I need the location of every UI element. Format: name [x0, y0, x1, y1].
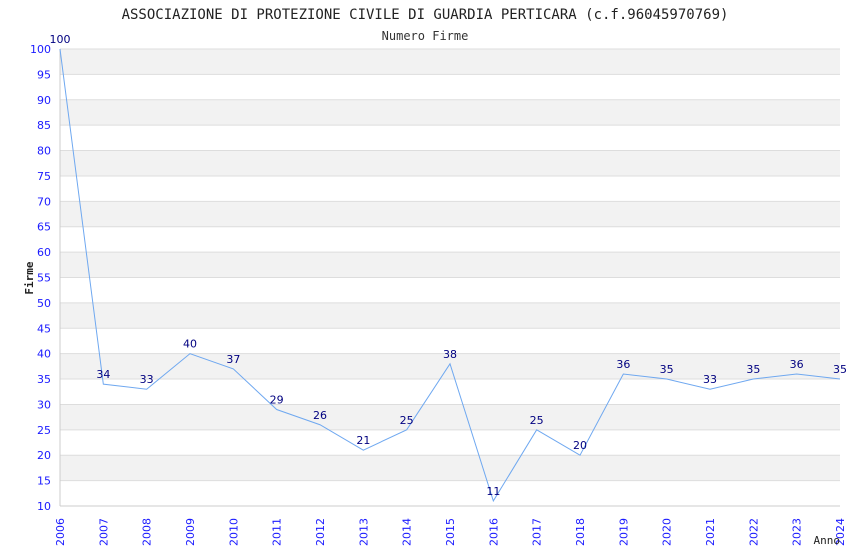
y-tick-label: 45 [37, 322, 51, 335]
data-label: 40 [183, 338, 197, 351]
data-label: 36 [616, 358, 630, 371]
y-tick-label: 15 [37, 475, 51, 488]
chart-subtitle: Numero Firme [382, 29, 469, 43]
x-tick-label: 2021 [704, 518, 717, 546]
y-tick-label: 95 [37, 68, 51, 81]
data-label: 20 [573, 439, 587, 452]
line-chart: ASSOCIAZIONE DI PROTEZIONE CIVILE DI GUA… [23, 7, 847, 547]
y-tick-label: 70 [37, 195, 51, 208]
chart-title: ASSOCIAZIONE DI PROTEZIONE CIVILE DI GUA… [122, 7, 729, 23]
grid-band [60, 150, 840, 176]
y-tick-label: 20 [37, 449, 51, 462]
grid-band [60, 201, 840, 227]
y-tick-label: 80 [37, 145, 51, 158]
y-tick-label: 75 [37, 170, 51, 183]
y-tick-label: 10 [37, 500, 51, 513]
grid-band [60, 455, 840, 481]
data-label: 26 [313, 409, 327, 422]
x-tick-label: 2007 [97, 518, 110, 546]
y-tick-label: 30 [37, 398, 51, 411]
x-tick-label: 2023 [791, 518, 804, 546]
x-axis-label: Anno [814, 534, 841, 547]
x-tick-label: 2015 [444, 518, 457, 546]
y-tick-label: 60 [37, 246, 51, 259]
y-tick-label: 90 [37, 94, 51, 107]
data-label: 33 [703, 373, 717, 386]
data-label: 33 [140, 373, 154, 386]
x-tick-label: 2017 [531, 518, 544, 546]
data-label: 38 [443, 348, 457, 361]
x-tick-label: 2014 [401, 518, 414, 546]
x-tick-label: 2016 [487, 518, 500, 546]
grid-band [60, 49, 840, 75]
grid-band [60, 99, 840, 126]
y-tick-label: 55 [37, 272, 51, 285]
x-tick-label: 2011 [271, 518, 284, 546]
data-label: 35 [746, 363, 760, 376]
y-tick-label: 65 [37, 221, 51, 234]
y-tick-label: 100 [30, 43, 51, 56]
data-label: 35 [660, 363, 674, 376]
x-tick-label: 2018 [574, 518, 587, 546]
y-tick-label: 85 [37, 119, 51, 132]
y-tick-label: 25 [37, 424, 51, 437]
data-label: 36 [790, 358, 804, 371]
data-label: 25 [530, 414, 544, 427]
data-label: 34 [96, 368, 110, 381]
grid-band [60, 252, 840, 278]
data-label: 25 [400, 414, 414, 427]
data-label: 35 [833, 363, 847, 376]
x-tick-label: 2006 [54, 518, 67, 546]
data-label: 21 [356, 434, 370, 447]
x-tick-label: 2020 [661, 518, 674, 546]
x-tick-label: 2010 [227, 518, 240, 546]
x-tick-label: 2019 [617, 518, 630, 546]
x-tick-label: 2008 [141, 518, 154, 546]
x-tick-label: 2012 [314, 518, 327, 546]
data-label: 29 [270, 394, 284, 407]
grid-band [60, 302, 840, 329]
grid-band [60, 404, 840, 430]
data-label: 11 [486, 485, 500, 498]
x-tick-label: 2009 [184, 518, 197, 546]
data-label: 37 [226, 353, 240, 366]
x-tick-label: 2022 [747, 518, 760, 546]
data-label: 100 [50, 33, 71, 46]
y-tick-label: 35 [37, 373, 51, 386]
y-tick-label: 40 [37, 348, 51, 361]
y-axis-label: Firme [23, 261, 36, 294]
y-tick-label: 50 [37, 297, 51, 310]
x-tick-label: 2013 [357, 518, 370, 546]
